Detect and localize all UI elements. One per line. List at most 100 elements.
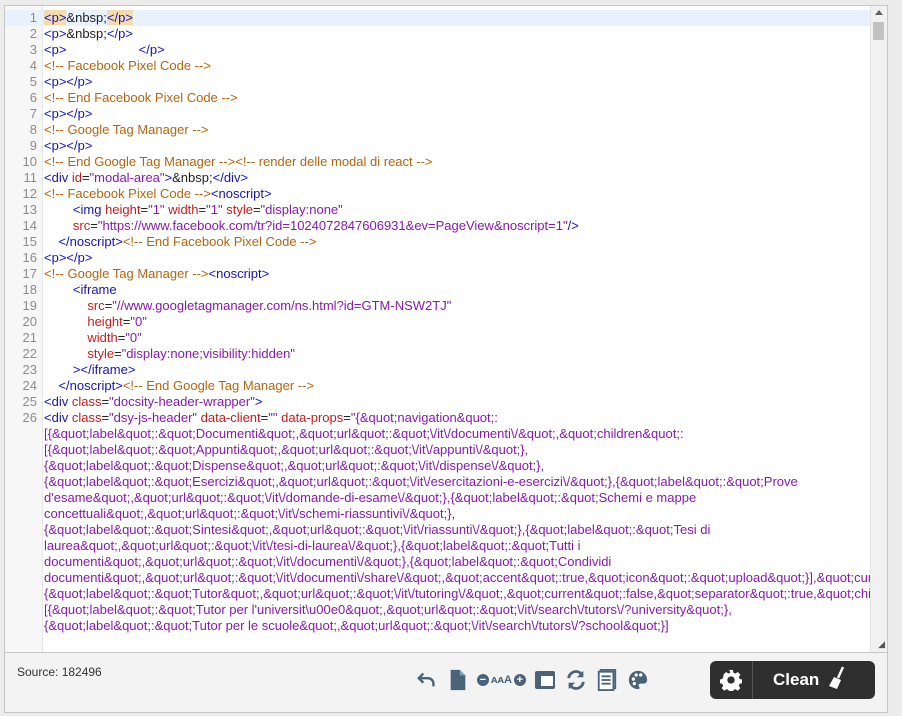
- code-line[interactable]: 5 <p></p>: [5, 74, 871, 90]
- line-code[interactable]: <!-- End Google Tag Manager --><!-- rend…: [44, 154, 871, 170]
- source-count: Source: 182496: [17, 665, 102, 679]
- code-line[interactable]: 16 <p></p>: [5, 250, 871, 266]
- code-line[interactable]: 10 <!-- End Google Tag Manager --><!-- re…: [5, 154, 871, 170]
- code-line[interactable]: 9 <p></p>: [5, 138, 871, 154]
- line-code[interactable]: style="display:none;visibility:hidden": [44, 346, 871, 362]
- code-line[interactable]: 2 <p>&nbsp;</p>: [5, 26, 871, 42]
- line-number: 2: [29, 26, 37, 41]
- line-code[interactable]: <p> </p>: [44, 42, 871, 58]
- palette-icon: [628, 670, 648, 690]
- line-number: 17: [22, 266, 37, 281]
- line-code[interactable]: <p></p>: [44, 106, 871, 122]
- notes-icon: [597, 669, 617, 691]
- line-code[interactable]: <p></p>: [44, 138, 871, 154]
- code-line[interactable]: 19 src="//www.googletagmanager.com/ns.ht…: [5, 298, 871, 314]
- line-code[interactable]: <div id="modal-area">&nbsp;</div>: [44, 170, 871, 186]
- editor-footer: Source: 182496 − ᴀᴀA + Clean: [4, 653, 888, 713]
- line-number: 6: [29, 90, 37, 105]
- line-code[interactable]: <!-- Facebook Pixel Code --><noscript>: [44, 186, 871, 202]
- code-line[interactable]: 25 <div class="docsity-header-wrapper">: [5, 394, 871, 410]
- code-line[interactable]: 22 style="display:none;visibility:hidden…: [5, 346, 871, 362]
- code-line[interactable]: 15 </noscript><!-- End Facebook Pixel Co…: [5, 234, 871, 250]
- font-size-glyph: ᴀᴀA: [491, 674, 512, 686]
- notes-button[interactable]: [595, 668, 619, 692]
- code-line[interactable]: 4 <!-- Facebook Pixel Code -->: [5, 58, 871, 74]
- editor-toolbar: − ᴀᴀA +: [415, 667, 650, 693]
- broom-icon: [827, 666, 847, 695]
- line-code[interactable]: <!-- Facebook Pixel Code -->: [44, 58, 871, 74]
- clean-button[interactable]: Clean: [710, 661, 875, 699]
- line-number: 19: [22, 298, 37, 313]
- code-line[interactable]: 12 <!-- Facebook Pixel Code --><noscript>: [5, 186, 871, 202]
- line-code[interactable]: <div class="docsity-header-wrapper">: [44, 394, 871, 410]
- code-line[interactable]: 11 <div id="modal-area">&nbsp;</div>: [5, 170, 871, 186]
- line-number: 26: [22, 410, 37, 425]
- line-code[interactable]: <p>&nbsp;</p>: [44, 26, 871, 42]
- maximize-button[interactable]: [533, 668, 557, 692]
- line-number: 14: [22, 218, 37, 233]
- line-code[interactable]: width="0": [44, 330, 871, 346]
- line-number: 16: [22, 250, 37, 265]
- line-code[interactable]: <img height="1" width="1" style="display…: [44, 202, 871, 218]
- palette-button[interactable]: [626, 668, 650, 692]
- line-code[interactable]: <!-- End Facebook Pixel Code -->: [44, 90, 871, 106]
- line-number: 12: [22, 186, 37, 201]
- line-code[interactable]: <p>&nbsp;</p>: [44, 10, 871, 26]
- code-editor[interactable]: 1 <p>&nbsp;</p> 2 <p>&nbsp;</p> 3 <p> </p> 4 <!…: [4, 5, 888, 653]
- line-code[interactable]: <!-- Google Tag Manager --><noscript>: [44, 266, 871, 282]
- line-code[interactable]: <!-- Google Tag Manager -->: [44, 122, 871, 138]
- line-number: 8: [29, 122, 37, 137]
- line-number: 4: [29, 58, 37, 73]
- line-number: 3: [29, 42, 37, 57]
- code-line[interactable]: 14 src="https://www.facebook.com/tr?id=1…: [5, 218, 871, 234]
- new-document-icon: [450, 669, 466, 691]
- line-code[interactable]: <p></p>: [44, 250, 871, 266]
- code-line[interactable]: 17 <!-- Google Tag Manager --><noscript>: [5, 266, 871, 282]
- code-line[interactable]: 8 <!-- Google Tag Manager -->: [5, 122, 871, 138]
- code-line[interactable]: 3 <p> </p>: [5, 42, 871, 58]
- code-lines[interactable]: 1 <p>&nbsp;</p> 2 <p>&nbsp;</p> 3 <p> </p> 4 <!…: [5, 10, 887, 634]
- line-number: 5: [29, 74, 37, 89]
- line-number: 1: [29, 10, 37, 25]
- font-increase-icon[interactable]: +: [513, 674, 526, 686]
- line-number: 15: [22, 234, 37, 249]
- code-line[interactable]: 13 <img height="1" width="1" style="disp…: [5, 202, 871, 218]
- undo-button[interactable]: [415, 668, 439, 692]
- clean-divider: [752, 661, 753, 699]
- scroll-up-arrow-icon[interactable]: [875, 10, 883, 15]
- scrollbar-thumb[interactable]: [873, 22, 884, 40]
- gear-icon[interactable]: [718, 667, 744, 693]
- new-document-button[interactable]: [446, 668, 470, 692]
- line-number: 23: [22, 362, 37, 377]
- vertical-scrollbar[interactable]: [870, 6, 887, 652]
- line-code[interactable]: src="//www.googletagmanager.com/ns.html?…: [44, 298, 871, 314]
- code-line[interactable]: 24 </noscript><!-- End Google Tag Manage…: [5, 378, 871, 394]
- line-number: 20: [22, 314, 37, 329]
- resize-handle-icon[interactable]: ◢: [878, 639, 885, 650]
- line-number: 13: [22, 202, 37, 217]
- line-number: 11: [23, 170, 38, 185]
- line-number: 10: [22, 154, 37, 169]
- code-line[interactable]: 18 <iframe: [5, 282, 871, 298]
- code-line[interactable]: 1 <p>&nbsp;</p>: [5, 10, 871, 26]
- line-code[interactable]: </noscript><!-- End Facebook Pixel Code …: [44, 234, 871, 250]
- code-line[interactable]: 21 width="0": [5, 330, 871, 346]
- font-size-control: − ᴀᴀA +: [477, 674, 526, 686]
- code-line[interactable]: 7 <p></p>: [5, 106, 871, 122]
- code-line[interactable]: 6 <!-- End Facebook Pixel Code -->: [5, 90, 871, 106]
- maximize-icon: [534, 671, 555, 689]
- line-code[interactable]: <p></p>: [44, 74, 871, 90]
- refresh-button[interactable]: [564, 668, 588, 692]
- code-line[interactable]: 23 ></iframe>: [5, 362, 871, 378]
- line-code[interactable]: <div class="dsy-js-header" data-client="…: [44, 410, 887, 634]
- line-code[interactable]: </noscript><!-- End Google Tag Manager -…: [44, 378, 871, 394]
- undo-icon: [417, 672, 435, 687]
- line-code[interactable]: height="0": [44, 314, 871, 330]
- code-line[interactable]: 26 <div class="dsy-js-header" data-client…: [5, 410, 887, 634]
- line-code[interactable]: src="https://www.facebook.com/tr?id=1024…: [44, 218, 871, 234]
- code-line[interactable]: 20 height="0": [5, 314, 871, 330]
- font-decrease-icon[interactable]: −: [477, 674, 489, 686]
- line-number: 22: [22, 346, 37, 361]
- line-code[interactable]: ></iframe>: [44, 362, 871, 378]
- line-code[interactable]: <iframe: [44, 282, 871, 298]
